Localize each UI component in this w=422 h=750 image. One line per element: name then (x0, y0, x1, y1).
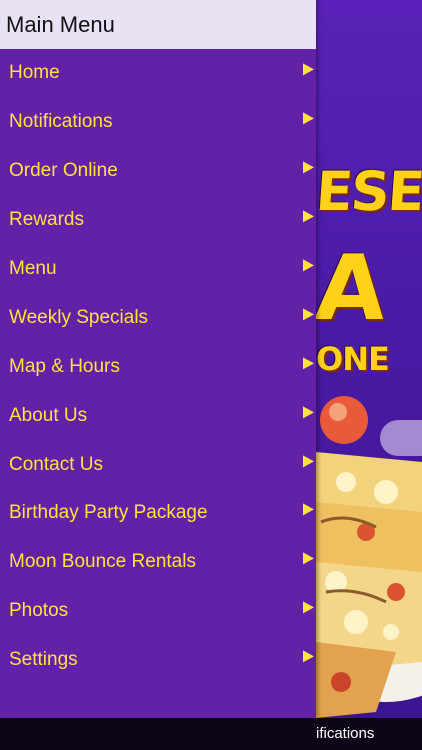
menu-item-label: About Us (9, 404, 88, 426)
menu-item-weekly-specials[interactable]: Weekly Specials (0, 293, 316, 342)
chevron-right-icon (303, 161, 314, 174)
menu-item-label: Rewards (9, 209, 84, 231)
pizza-image (316, 392, 422, 718)
chevron-right-icon (303, 308, 314, 321)
menu-item-label: Contact Us (9, 453, 103, 475)
chevron-right-icon (303, 357, 314, 370)
menu-item-about-us[interactable]: About Us (0, 391, 316, 440)
chevron-right-icon (303, 112, 314, 125)
menu-item-settings[interactable]: Settings (0, 636, 316, 685)
chevron-right-icon (303, 650, 314, 663)
menu-item-label: Home (9, 62, 60, 84)
bottom-tab-bar: ifications (0, 718, 422, 750)
side-drawer: Main Menu Home Notifications Order Onlin… (0, 0, 316, 718)
menu-item-label: Weekly Specials (9, 306, 149, 328)
menu-item-map-hours[interactable]: Map & Hours (0, 342, 316, 391)
chevron-right-icon (303, 601, 314, 614)
drawer-title: Main Menu (6, 11, 115, 37)
chevron-right-icon (303, 552, 314, 565)
chevron-right-icon (303, 210, 314, 223)
menu-item-notifications[interactable]: Notifications (0, 98, 316, 147)
menu-item-label: Order Online (9, 160, 118, 182)
promo-banner-text-line2: A (312, 236, 386, 341)
drawer-header: Main Menu (0, 0, 316, 49)
promo-banner-text-line1: ESE (313, 160, 422, 223)
menu-item-label: Settings (9, 649, 78, 671)
notifications-tab[interactable]: ifications (316, 718, 422, 750)
chevron-right-icon (303, 406, 314, 419)
chevron-right-icon (303, 454, 314, 467)
menu-item-label: Photos (9, 600, 69, 622)
menu-item-contact-us[interactable]: Contact Us (0, 440, 316, 489)
app-screen: ESE A ONE ifications Main Menu Home Noti… (0, 0, 422, 750)
menu-item-label: Moon Bounce Rentals (9, 551, 196, 573)
chevron-right-icon (303, 259, 314, 272)
menu-item-order-online[interactable]: Order Online (0, 147, 316, 196)
menu-item-rewards[interactable]: Rewards (0, 196, 316, 245)
menu-list: Home Notifications Order Online Rewards … (0, 49, 316, 685)
menu-item-label: Birthday Party Package (9, 502, 208, 524)
menu-item-menu[interactable]: Menu (0, 245, 316, 294)
chevron-right-icon (303, 503, 314, 516)
menu-item-photos[interactable]: Photos (0, 587, 316, 636)
menu-item-home[interactable]: Home (0, 49, 316, 98)
menu-item-label: Menu (9, 258, 57, 279)
chevron-right-icon (303, 63, 314, 76)
menu-item-moon-bounce-rentals[interactable]: Moon Bounce Rentals (0, 538, 316, 587)
promo-banner-text-line3: ONE (316, 340, 390, 378)
menu-item-birthday-party-package[interactable]: Birthday Party Package (0, 489, 316, 538)
menu-item-label: Notifications (9, 111, 113, 133)
menu-item-label: Map & Hours (9, 355, 120, 377)
